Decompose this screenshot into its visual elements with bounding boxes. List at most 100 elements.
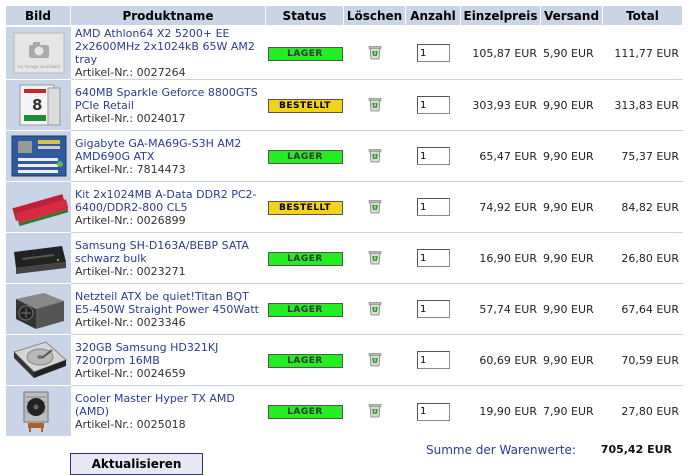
status-cell: BESTELLT (266, 80, 344, 131)
article-number: Artikel-Nr.: 0023271 (75, 264, 186, 278)
header-product: Produktname (71, 6, 266, 27)
unit-price: 303,93 EUR (461, 80, 541, 131)
product-name[interactable]: Cooler Master Hyper TX AMD (AMD) (75, 392, 266, 418)
product-name[interactable]: Netzteil ATX be quiet!Titan BQT E5-450W … (75, 290, 266, 316)
shipping-cost: 9,90 EUR (541, 80, 603, 131)
status-badge: LAGER (267, 353, 343, 368)
status-cell: LAGER (266, 284, 344, 335)
article-number: Artikel-Nr.: 0025018 (75, 418, 186, 431)
trash-icon[interactable] (367, 301, 383, 319)
product-name[interactable]: Samsung SH-D163A/BEBP SATA schwarz bulk (75, 239, 266, 265)
unit-price: 60,69 EUR (461, 335, 541, 386)
product-name[interactable]: Kit 2x1024MB A-Data DDR2 PC2-6400/DDR2-8… (75, 188, 266, 214)
product-cell: Samsung SH-D163A/BEBP SATA schwarz bulk A… (71, 233, 266, 284)
line-total: 313,83 EUR (603, 80, 683, 131)
quantity-cell (406, 233, 461, 284)
product-name[interactable]: AMD Athlon64 X2 5200+ EE 2x2600MHz 2x102… (75, 27, 266, 66)
line-total: 70,59 EUR (603, 335, 683, 386)
product-image (6, 386, 71, 437)
delete-cell (344, 284, 406, 335)
cart-item-row: 320GB Samsung HD321KJ 7200rpm 16MB Artike… (6, 335, 683, 386)
header-status: Status (266, 6, 344, 27)
delete-cell (344, 335, 406, 386)
header-delete: Löschen (344, 6, 406, 27)
unit-price: 57,74 EUR (461, 284, 541, 335)
table-header-row: Bild Produktname Status Löschen Anzahl E… (6, 6, 683, 27)
product-image (6, 233, 71, 284)
product-name[interactable]: Gigabyte GA-MA69G-S3H AM2 AMD690G ATX (75, 137, 266, 163)
quantity-input[interactable] (417, 249, 450, 267)
product-cell: 320GB Samsung HD321KJ 7200rpm 16MB Artike… (71, 335, 266, 386)
status-badge: BESTELLT (267, 98, 343, 113)
trash-icon[interactable] (367, 352, 383, 370)
shipping-cost: 9,90 EUR (541, 335, 603, 386)
status-badge: LAGER (267, 46, 343, 61)
status-cell: LAGER (266, 233, 344, 284)
trash-icon[interactable] (367, 45, 383, 63)
shipping-cost: 9,90 EUR (541, 182, 603, 233)
cart-item-row: Kit 2x1024MB A-Data DDR2 PC2-6400/DDR2-8… (6, 182, 683, 233)
quantity-input[interactable] (417, 96, 450, 114)
quantity-cell (406, 284, 461, 335)
quantity-input[interactable] (417, 198, 450, 216)
product-image: 8 (6, 80, 71, 131)
quantity-cell (406, 335, 461, 386)
update-button[interactable]: Aktualisieren (70, 453, 203, 475)
product-cell: Kit 2x1024MB A-Data DDR2 PC2-6400/DDR2-8… (71, 182, 266, 233)
line-total: 75,37 EUR (603, 131, 683, 182)
product-cell: 640MB Sparkle Geforce 8800GTS PCIe Retai… (71, 80, 266, 131)
delete-cell (344, 131, 406, 182)
delete-cell (344, 182, 406, 233)
shipping-cost: 5,90 EUR (541, 27, 603, 80)
status-badge: BESTELLT (267, 200, 343, 215)
quantity-input[interactable] (417, 44, 450, 62)
trash-icon[interactable] (367, 97, 383, 115)
line-total: 111,77 EUR (603, 27, 683, 80)
delete-cell (344, 233, 406, 284)
quantity-input[interactable] (417, 402, 450, 421)
quantity-cell (406, 27, 461, 80)
status-badge: LAGER (267, 149, 343, 164)
status-badge: LAGER (267, 405, 343, 419)
cart-item-row: Netzteil ATX be quiet!Titan BQT E5-450W … (6, 284, 683, 335)
quantity-cell (406, 182, 461, 233)
quantity-input[interactable] (417, 147, 450, 165)
header-quantity: Anzahl (406, 6, 461, 27)
delete-cell (344, 80, 406, 131)
trash-icon[interactable] (367, 404, 383, 421)
article-number: Artikel-Nr.: 7814473 (75, 162, 186, 176)
status-cell: LAGER (266, 335, 344, 386)
cart-table: Bild Produktname Status Löschen Anzahl E… (6, 6, 683, 437)
svg-text:no image available: no image available (17, 64, 60, 70)
product-name[interactable]: 320GB Samsung HD321KJ 7200rpm 16MB (75, 341, 266, 367)
product-cell: Gigabyte GA-MA69G-S3H AM2 AMD690G ATX Art… (71, 131, 266, 182)
product-cell: AMD Athlon64 X2 5200+ EE 2x2600MHz 2x102… (71, 27, 266, 80)
header-total: Total (603, 6, 683, 27)
header-shipping: Versand (541, 6, 603, 27)
unit-price: 65,47 EUR (461, 131, 541, 182)
article-number: Artikel-Nr.: 0023346 (75, 315, 186, 329)
trash-icon[interactable] (367, 148, 383, 166)
unit-price: 74,92 EUR (461, 182, 541, 233)
trash-icon[interactable] (367, 250, 383, 268)
article-number: Artikel-Nr.: 0024659 (75, 366, 186, 380)
product-name[interactable]: 640MB Sparkle Geforce 8800GTS PCIe Retai… (75, 86, 266, 112)
cart-item-row: 8 640MB Sparkle Geforce 8800GTS PCIe Reta… (6, 80, 683, 131)
trash-icon[interactable] (367, 199, 383, 217)
status-badge: LAGER (267, 302, 343, 317)
quantity-input[interactable] (417, 300, 450, 318)
subtotal-label: Summe der Warenwerte: (426, 443, 576, 457)
product-cell: Netzteil ATX be quiet!Titan BQT E5-450W … (71, 284, 266, 335)
product-image (6, 284, 71, 335)
cart-item-row: Samsung SH-D163A/BEBP SATA schwarz bulk A… (6, 233, 683, 284)
quantity-input[interactable] (417, 351, 450, 369)
shipping-cost: 9,90 EUR (541, 131, 603, 182)
unit-price: 16,90 EUR (461, 233, 541, 284)
article-number: Artikel-Nr.: 0024017 (75, 111, 186, 125)
shipping-cost: 7,90 EUR (543, 405, 594, 418)
status-cell: LAGER (266, 131, 344, 182)
header-unit-price: Einzelpreis (461, 6, 541, 27)
line-total: 26,80 EUR (603, 233, 683, 284)
status-cell: LAGER (266, 27, 344, 80)
shipping-cost: 9,90 EUR (541, 233, 603, 284)
